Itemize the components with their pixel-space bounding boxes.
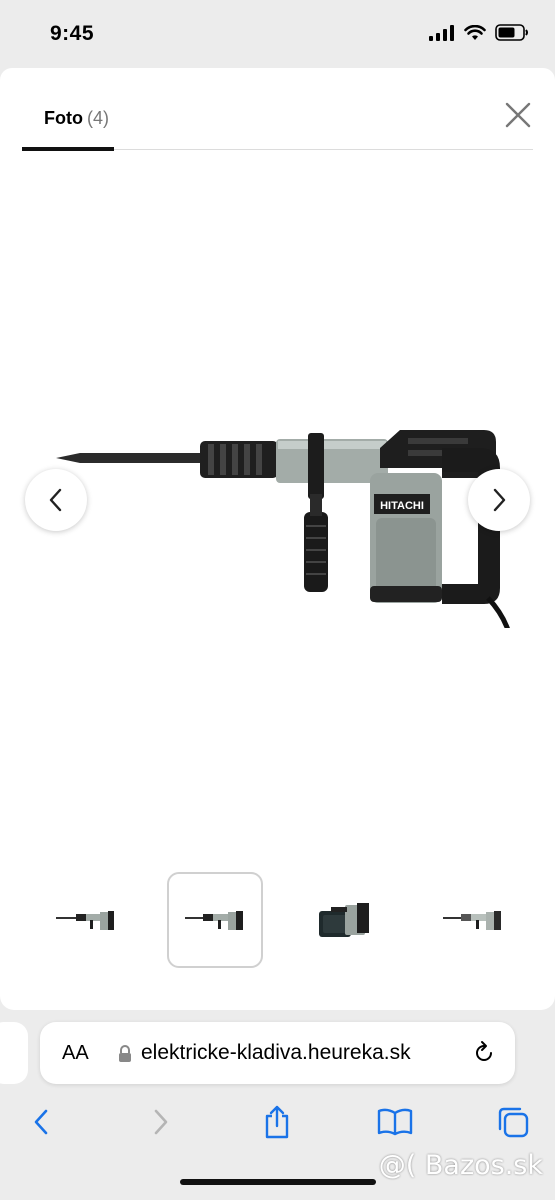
reload-button[interactable] — [471, 1040, 497, 1071]
brand-logo-text: HITACHI — [380, 500, 424, 512]
photo-gallery-sheet: Foto (4) HITACHI — [0, 68, 555, 1010]
previous-tab-edge[interactable] — [0, 1022, 28, 1084]
product-main-image: HITACHI — [56, 430, 510, 628]
share-icon — [265, 1105, 289, 1139]
chevron-right-icon — [493, 488, 506, 512]
thumbnail-hammer-image — [185, 911, 243, 930]
side-handle-collar — [308, 433, 324, 499]
status-icons — [429, 24, 529, 41]
close-button[interactable] — [503, 100, 533, 130]
tab-active-underline — [22, 147, 114, 151]
previous-image-button[interactable] — [25, 469, 87, 531]
chevron-right-icon — [154, 1109, 168, 1135]
close-icon — [505, 102, 531, 128]
side-handle — [304, 512, 328, 592]
bookmarks-button[interactable] — [373, 1100, 417, 1144]
cellular-signal-icon — [429, 24, 454, 41]
thumbnail-4[interactable] — [425, 872, 521, 968]
book-icon — [377, 1108, 413, 1136]
url-text: elektricke-kladiva.heureka.sk — [141, 1041, 411, 1064]
forward-button[interactable] — [139, 1100, 183, 1144]
thumbnail-1[interactable] — [38, 872, 134, 968]
power-cord — [486, 596, 510, 628]
lock-icon — [119, 1045, 131, 1062]
thumbnail-hammer-image — [443, 911, 501, 930]
share-button[interactable] — [255, 1100, 299, 1144]
address-bar[interactable]: AA elektricke-kladiva.heureka.sk — [40, 1022, 515, 1084]
thumbnail-strip — [0, 872, 555, 968]
chisel-bit — [56, 453, 205, 463]
chevron-left-icon — [34, 1109, 48, 1135]
tabs-button[interactable] — [491, 1100, 535, 1144]
next-image-button[interactable] — [468, 469, 530, 531]
thumbnail-2[interactable] — [167, 872, 263, 968]
thumbnail-case-image — [319, 903, 369, 937]
wifi-icon — [464, 24, 486, 40]
watermark: @( Bazos.sk — [378, 1150, 543, 1181]
back-button[interactable] — [19, 1100, 63, 1144]
chevron-left-icon — [49, 488, 62, 512]
home-indicator[interactable] — [180, 1179, 376, 1185]
tabs-icon — [498, 1107, 529, 1138]
tab-foto-count: (4) — [86, 108, 109, 128]
page-settings-button[interactable]: AA — [62, 1042, 89, 1065]
tab-foto[interactable]: Foto (4) — [22, 102, 114, 150]
thumbnail-hammer-image — [56, 911, 114, 930]
thumbnail-3[interactable] — [297, 872, 393, 968]
gallery-tab-row: Foto (4) — [22, 68, 533, 151]
battery-icon — [495, 24, 528, 41]
status-time: 9:45 — [50, 22, 95, 45]
tab-foto-label: Foto — [44, 108, 83, 128]
reload-icon — [476, 1041, 492, 1061]
status-bar: 9:45 — [0, 0, 555, 68]
aa-label: AA — [62, 1042, 89, 1064]
